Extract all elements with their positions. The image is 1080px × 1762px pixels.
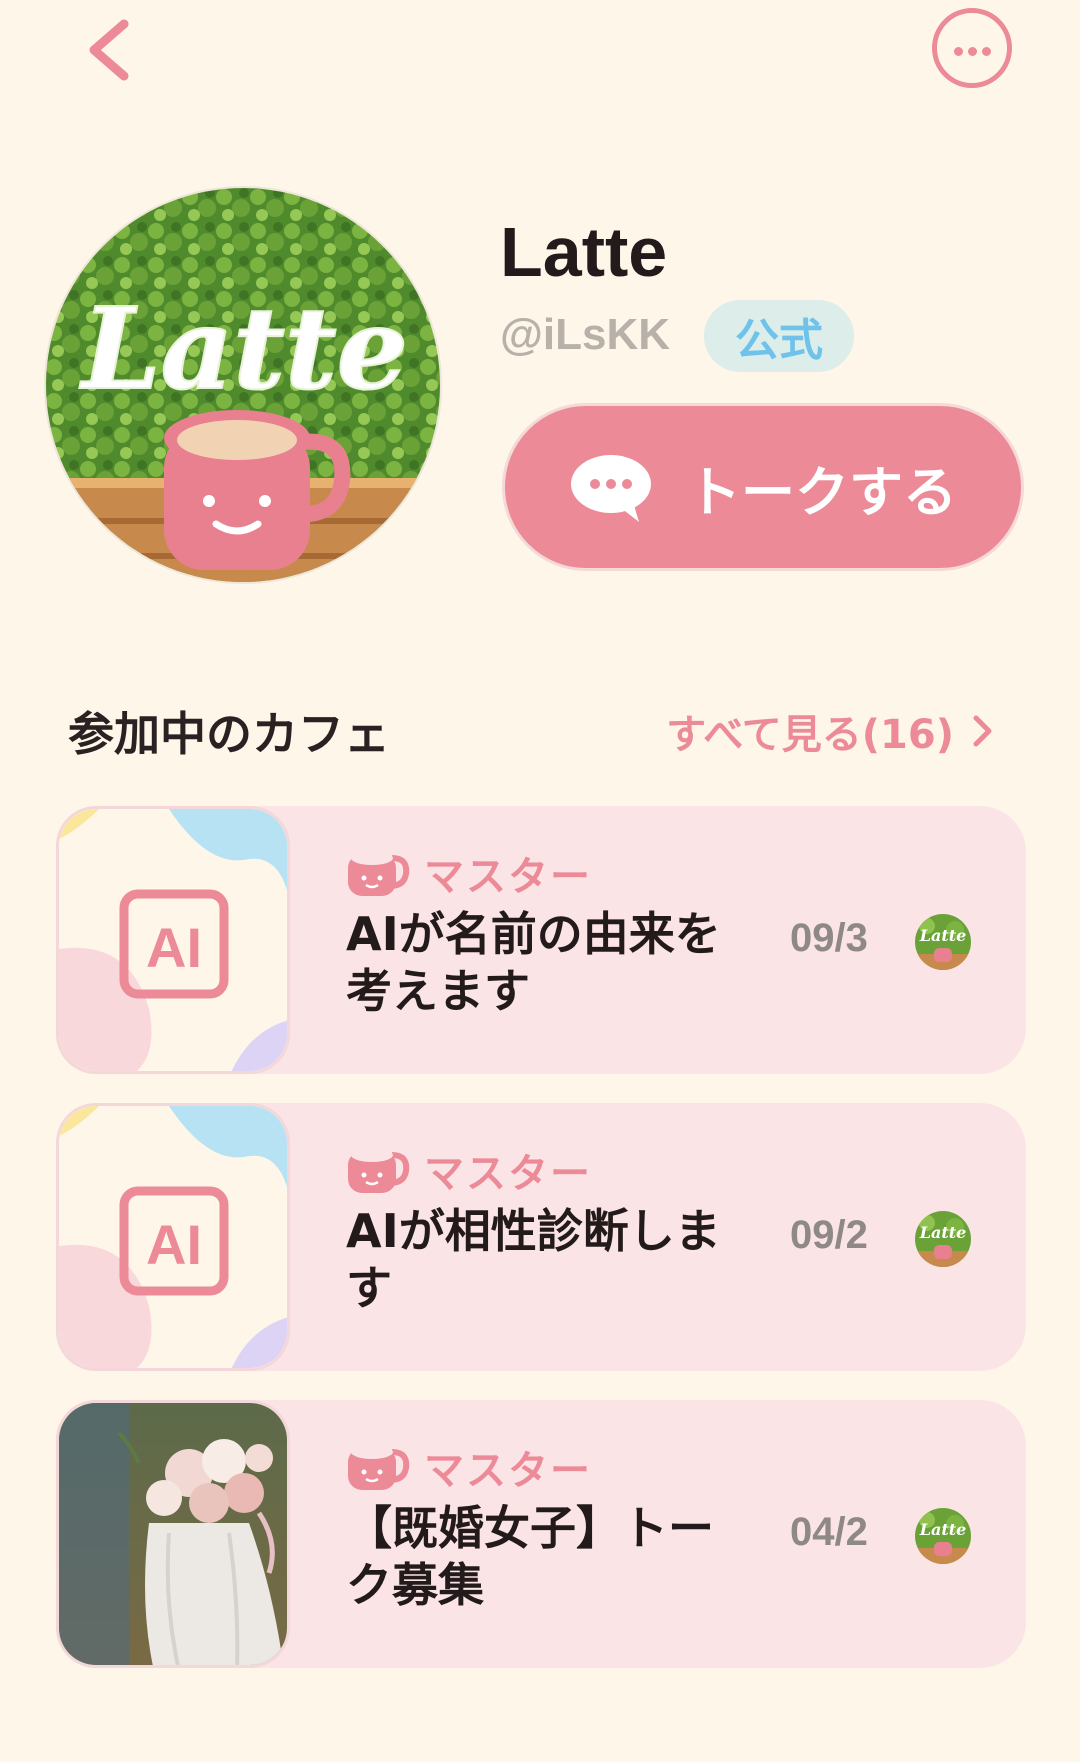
coffee-cup-icon xyxy=(348,1445,410,1490)
cafe-card[interactable]: マスター 【既婚女子】トーク募集 04/2 Latte xyxy=(56,1400,1026,1668)
cafe-title: AIが相性診断します xyxy=(346,1204,721,1315)
member-avatar: Latte xyxy=(915,914,971,970)
cafe-thumbnail-photo xyxy=(56,1400,290,1668)
ai-logo-text: AI xyxy=(146,916,202,979)
role-row: マスター xyxy=(346,1141,592,1199)
role-label: マスター xyxy=(424,1151,592,1197)
chat-bubble-icon xyxy=(571,455,651,522)
role-row: マスター xyxy=(346,844,592,902)
cafe-date: 09/2 xyxy=(790,1213,868,1257)
coffee-cup-icon xyxy=(348,851,410,896)
talk-button-label: トークする xyxy=(687,460,957,524)
profile-handle: @iLsKK xyxy=(500,310,671,359)
talk-button[interactable]: トークする xyxy=(502,403,1024,571)
section-title: 参加中のカフェ xyxy=(68,707,390,761)
back-button[interactable] xyxy=(80,16,150,86)
cafe-card[interactable]: AI マスター AIが名前の由来を考えます 09/3 Latte xyxy=(56,806,1026,1074)
role-label: マスター xyxy=(424,1448,592,1494)
see-all-label: すべて見る(16) xyxy=(666,712,954,758)
cafe-title: 【既婚女子】トーク募集 xyxy=(346,1501,714,1612)
role-row: マスター xyxy=(346,1438,592,1496)
cafe-thumbnail-ai: AI xyxy=(56,1103,290,1371)
avatar-logo-text: Latte xyxy=(79,284,408,415)
chevron-left-icon xyxy=(89,19,129,81)
profile-name: Latte xyxy=(500,213,668,291)
mini-logo-text: Latte xyxy=(919,926,967,945)
profile-avatar: Latte xyxy=(44,186,442,584)
cafe-thumbnail-ai: AI xyxy=(56,806,290,1074)
mini-logo-text: Latte xyxy=(919,1520,967,1539)
chevron-right-icon xyxy=(973,715,992,747)
cafe-date: 04/2 xyxy=(790,1510,868,1554)
role-label: マスター xyxy=(424,854,592,900)
cafe-card[interactable]: AI マスター AIが相性診断します 09/2 Latte xyxy=(56,1103,1026,1371)
see-all-link[interactable]: すべて見る(16) xyxy=(666,702,994,760)
member-avatar: Latte xyxy=(915,1211,971,1267)
member-avatar: Latte xyxy=(915,1508,971,1564)
mini-logo-text: Latte xyxy=(919,1223,967,1242)
ai-logo-text: AI xyxy=(146,1213,202,1276)
cafe-date: 09/3 xyxy=(790,916,868,960)
cafe-title: AIが名前の由来を考えます xyxy=(346,907,721,1018)
more-options-button[interactable] xyxy=(932,8,1012,88)
coffee-cup-icon xyxy=(348,1148,410,1193)
official-badge: 公式 xyxy=(704,300,854,372)
top-bar xyxy=(0,0,1080,110)
